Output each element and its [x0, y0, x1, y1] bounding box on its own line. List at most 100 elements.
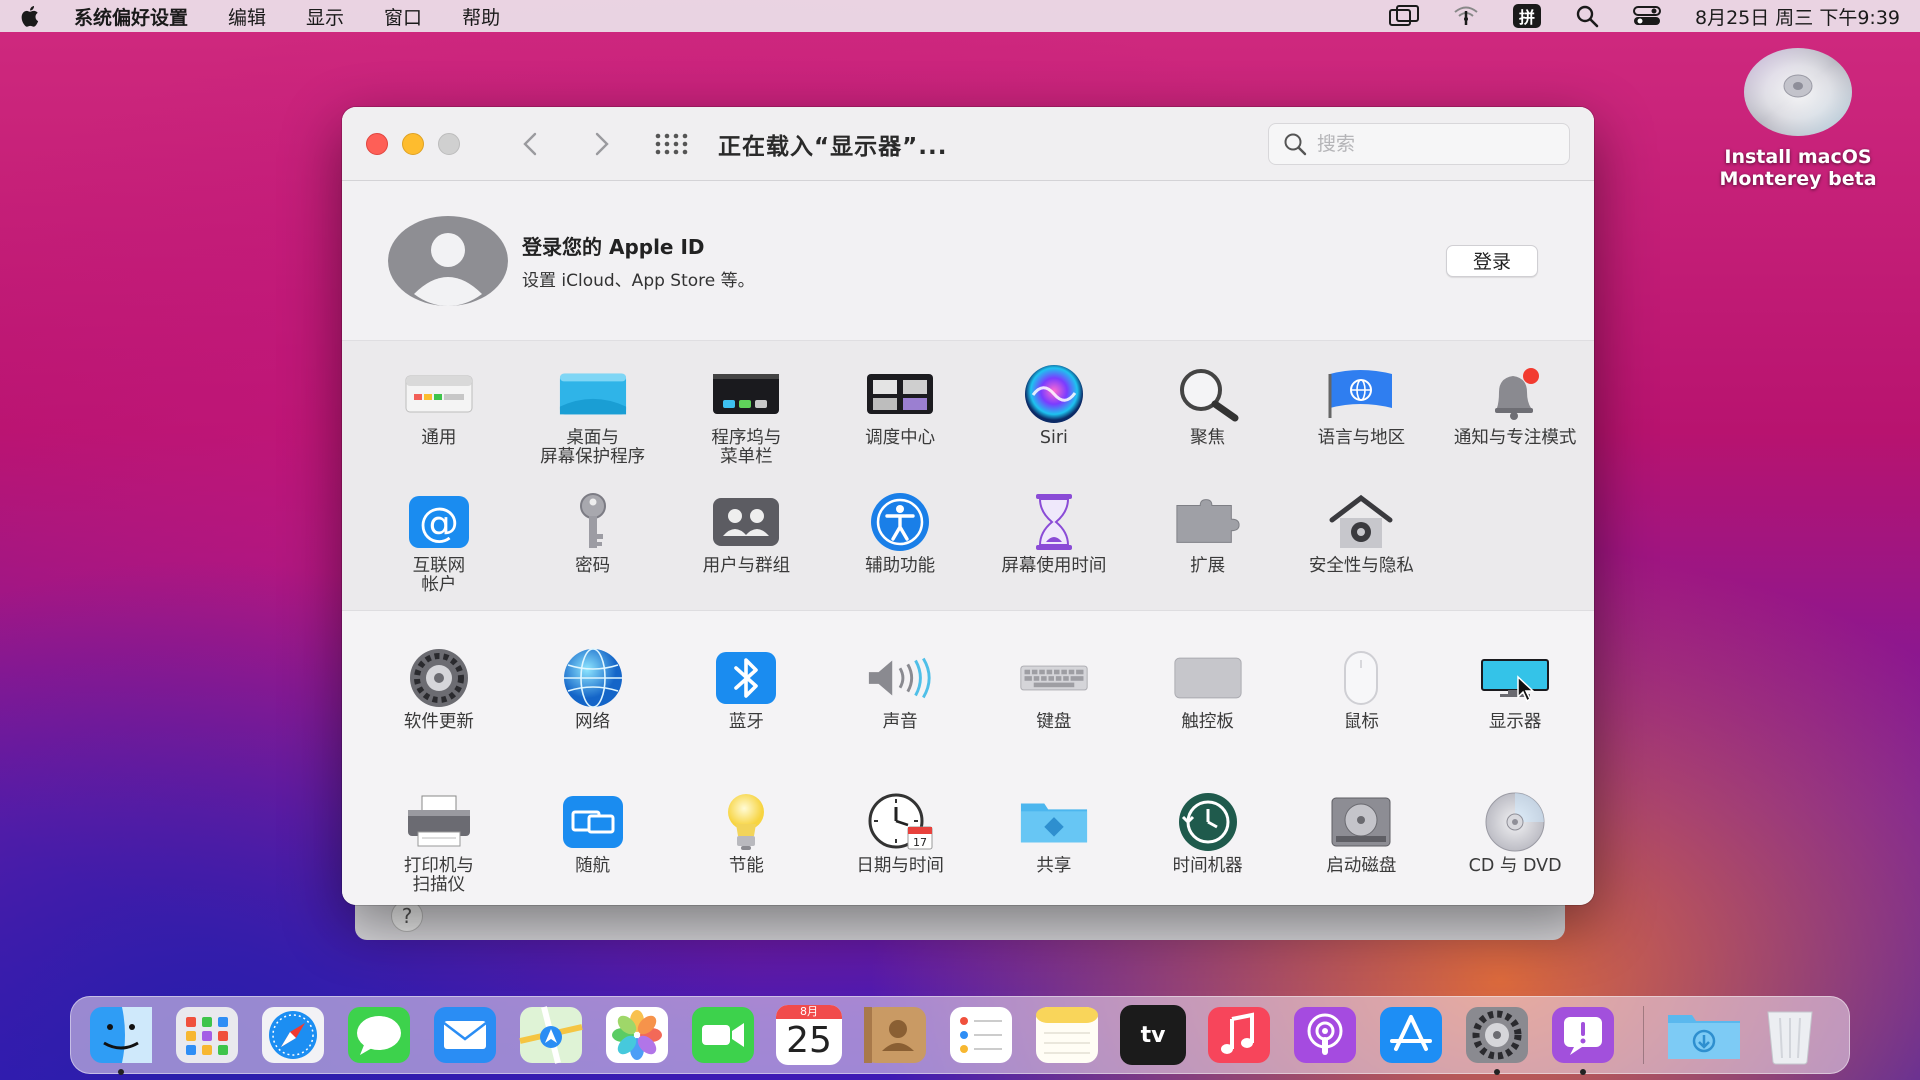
pane-printers-scanners[interactable]: 打印机与 扫描仪	[362, 791, 516, 905]
pane-keyboard[interactable]: 键盘	[977, 647, 1131, 765]
pane-cd-dvd[interactable]: CD 与 DVD	[1438, 791, 1592, 905]
pane-extensions[interactable]: 扩展	[1131, 491, 1285, 609]
pane-dock-menubar[interactable]: 程序坞与 菜单栏	[670, 363, 824, 481]
dock-facetime[interactable]	[685, 1002, 761, 1068]
pane-screen-time[interactable]: 屏幕使用时间	[977, 491, 1131, 609]
dvd-disc-icon	[1742, 46, 1854, 140]
pane-general[interactable]: 通用	[362, 363, 516, 481]
apple-menu-icon[interactable]	[20, 4, 44, 28]
dock-mail[interactable]	[427, 1002, 503, 1068]
maps-icon	[519, 1006, 583, 1064]
dock-music[interactable]	[1201, 1002, 1277, 1068]
dock-safari[interactable]	[255, 1002, 331, 1068]
pane-users-groups[interactable]: 用户与群组	[670, 491, 824, 609]
pane-passwords[interactable]: 密码	[516, 491, 670, 609]
close-button[interactable]	[366, 132, 388, 155]
pane-security-privacy[interactable]: 安全性与隐私	[1285, 491, 1439, 609]
menu-view[interactable]: 显示	[306, 3, 344, 30]
dock-system-preferences[interactable]	[1459, 1002, 1535, 1075]
pane-sound[interactable]: 声音	[823, 647, 977, 765]
language-region-icon	[1326, 363, 1396, 425]
dock-separator	[1643, 1006, 1644, 1064]
zoom-button[interactable]	[438, 132, 460, 155]
pane-language-region[interactable]: 语言与地区	[1285, 363, 1439, 481]
menu-help[interactable]: 帮助	[462, 3, 500, 30]
pane-label: 扩展	[1190, 556, 1226, 576]
puzzle-piece-icon	[1173, 491, 1243, 553]
dock-photos[interactable]	[599, 1002, 675, 1068]
pane-sidecar[interactable]: 随航	[516, 791, 670, 905]
dock-finder[interactable]	[83, 1002, 159, 1075]
dock-trash[interactable]	[1752, 1002, 1828, 1068]
menu-edit[interactable]: 编辑	[228, 3, 266, 30]
dock-downloads[interactable]	[1666, 1002, 1742, 1068]
menubar-clock[interactable]: 8月25日 周三 下午9:39	[1695, 3, 1900, 30]
apple-id-banner: 登录您的 Apple ID 设置 iCloud、App Store 等。 登录	[342, 181, 1594, 341]
search-field[interactable]	[1268, 122, 1570, 165]
pane-time-machine[interactable]: 时间机器	[1131, 791, 1285, 905]
pane-internet-accounts[interactable]: @ 互联网 帐户	[362, 491, 516, 609]
show-all-grid-button[interactable]	[654, 126, 690, 162]
pane-mission-control[interactable]: 调度中心	[823, 363, 977, 481]
at-sign-icon: @	[404, 491, 474, 553]
back-button[interactable]	[510, 124, 550, 164]
desktop-dvd-item[interactable]: Install macOS Monterey beta	[1700, 46, 1896, 190]
grid-icon	[655, 133, 688, 154]
minimize-button[interactable]	[402, 132, 424, 155]
dock-contacts[interactable]	[857, 1002, 933, 1068]
pane-notifications[interactable]: 通知与专注模式	[1438, 363, 1592, 481]
pane-date-time[interactable]: 17 日期与时间	[823, 791, 977, 905]
login-button[interactable]: 登录	[1446, 244, 1538, 277]
running-indicator	[1580, 1069, 1586, 1075]
spotlight-search-icon[interactable]	[1575, 4, 1599, 28]
house-lock-icon	[1326, 491, 1396, 553]
avatar[interactable]	[388, 215, 508, 306]
menu-window[interactable]: 窗口	[384, 3, 422, 30]
facetime-camera-icon	[692, 1007, 754, 1063]
pane-energy-saver[interactable]: 节能	[670, 791, 824, 905]
dock-calendar[interactable]: 8月 25	[771, 1002, 847, 1068]
downloads-folder-icon	[1668, 1015, 1740, 1059]
dock-podcasts[interactable]	[1287, 1002, 1363, 1068]
dock-maps[interactable]	[513, 1002, 589, 1068]
sharing-folder-icon	[1019, 791, 1089, 853]
forward-button[interactable]	[582, 124, 622, 164]
dock-tv[interactable]: tv	[1115, 1002, 1191, 1068]
dock-app-store[interactable]	[1373, 1002, 1449, 1068]
pane-desktop-screensaver[interactable]: 桌面与 屏幕保护程序	[516, 363, 670, 481]
pane-bluetooth[interactable]: 蓝牙	[670, 647, 824, 765]
mouse-icon	[1326, 647, 1396, 709]
dock-feedback-assistant[interactable]	[1545, 1002, 1621, 1075]
pane-mouse[interactable]: 鼠标	[1285, 647, 1439, 765]
pane-accessibility[interactable]: 辅助功能	[823, 491, 977, 609]
pane-trackpad[interactable]: 触控板	[1131, 647, 1285, 765]
dock-reminders[interactable]	[943, 1002, 1019, 1068]
pane-spotlight[interactable]: 聚焦	[1131, 363, 1285, 481]
pane-software-update[interactable]: 软件更新	[362, 647, 516, 765]
apple-id-subtitle: 设置 iCloud、App Store 等。	[522, 270, 755, 291]
pane-label: 显示器	[1488, 712, 1542, 732]
pane-label: 节能	[728, 856, 764, 876]
pane-label: 软件更新	[403, 712, 474, 732]
running-indicator	[118, 1069, 124, 1075]
spotlight-icon	[1173, 363, 1243, 425]
dock-messages[interactable]	[341, 1002, 417, 1068]
pane-startup-disk[interactable]: 启动磁盘	[1285, 791, 1439, 905]
pane-siri[interactable]: Siri	[977, 363, 1131, 481]
control-center-icon[interactable]	[1632, 4, 1661, 28]
safari-compass-icon	[262, 1007, 324, 1063]
pane-label: 聚焦	[1190, 428, 1226, 448]
apple-tv-icon: tv	[1120, 1005, 1186, 1065]
users-groups-icon	[711, 491, 781, 553]
screen-mirroring-icon[interactable]	[1388, 4, 1419, 28]
dock-launchpad[interactable]	[169, 1002, 245, 1068]
pane-displays[interactable]: 显示器	[1438, 647, 1592, 765]
pane-network[interactable]: 网络	[516, 647, 670, 765]
wifi-icon[interactable]	[1453, 4, 1479, 28]
search-input[interactable]	[1317, 132, 1537, 155]
printer-icon	[404, 791, 474, 853]
menu-app-name[interactable]: 系统偏好设置	[74, 3, 188, 30]
dock-notes[interactable]	[1029, 1002, 1105, 1068]
pane-sharing[interactable]: 共享	[977, 791, 1131, 905]
input-method-icon[interactable]: 拼	[1512, 4, 1541, 28]
